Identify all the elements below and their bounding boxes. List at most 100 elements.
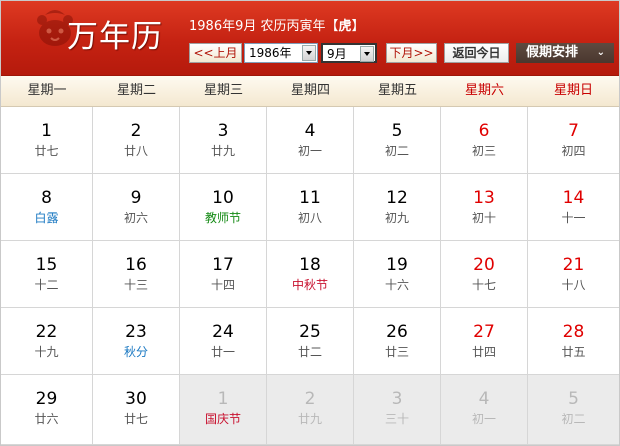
calendar-day-cell[interactable]: 3 廿九: [180, 107, 267, 174]
calendar-day-cell[interactable]: 26 廿三: [354, 308, 441, 375]
solar-day-number: 8: [41, 188, 52, 208]
solar-term-label: 秋分: [123, 345, 148, 359]
calendar-day-cell[interactable]: 7 初四: [528, 107, 619, 174]
calendar-day-cell[interactable]: 25 廿二: [267, 308, 354, 375]
prev-month-button[interactable]: <<上月: [189, 43, 242, 63]
calendar-grid: 1 廿七 2 廿八 3 廿九 4 初一 5 初二 6 初三 7 初四 8 白露 9 初六 10 教师节 11 初八 12 初九…: [1, 107, 619, 445]
calendar-day-cell[interactable]: 1 廿七: [1, 107, 93, 174]
solar-day-number: 5: [391, 121, 403, 141]
calendar-day-cell[interactable]: 13 初十: [441, 174, 528, 241]
return-today-button[interactable]: 返回今日: [444, 43, 509, 63]
solar-day-number: 2: [304, 389, 316, 409]
year-select-value: 1986年: [249, 46, 292, 60]
calendar-day-cell-next-month[interactable]: 5 初二: [528, 375, 619, 445]
lunar-day-label: 初三: [471, 144, 496, 158]
zodiac-bracket-open: 【: [325, 19, 339, 34]
calendar-day-cell[interactable]: 2 廿八: [93, 107, 180, 174]
calendar-day-cell[interactable]: 5 初二: [354, 107, 441, 174]
lunar-day-label: 廿四: [471, 345, 496, 359]
calendar-day-cell[interactable]: 23 秋分: [93, 308, 180, 375]
calendar-day-cell[interactable]: 17 十四: [180, 241, 267, 308]
lunar-day-label: 十六: [384, 278, 409, 292]
calendar-day-cell-next-month[interactable]: 3 三十: [354, 375, 441, 445]
solar-day-number: 7: [568, 121, 579, 141]
lunar-day-label: 初四: [561, 144, 586, 158]
calendar-day-cell[interactable]: 8 白露: [1, 174, 93, 241]
calendar-day-cell[interactable]: 16 十三: [93, 241, 180, 308]
lunar-day-label: 初二: [384, 144, 409, 158]
year-select[interactable]: 1986年: [244, 43, 318, 63]
weekday-thu: 星期四: [290, 83, 330, 98]
lunar-day-label: 初二: [561, 412, 586, 426]
solar-day-number: 26: [386, 322, 408, 342]
solar-day-number: 13: [473, 188, 495, 208]
festival-label: 中秋节: [291, 278, 328, 292]
calendar-day-cell[interactable]: 11 初八: [267, 174, 354, 241]
solar-day-number: 29: [35, 389, 58, 409]
weekday-mon: 星期一: [27, 83, 67, 98]
calendar-day-cell[interactable]: 18 中秋节: [267, 241, 354, 308]
calendar-day-cell-next-month[interactable]: 1 国庆节: [180, 375, 267, 445]
solar-day-number: 23: [125, 322, 147, 342]
holiday-schedule-label: 假期安排: [526, 45, 579, 60]
lunar-day-label: 廿七: [34, 144, 59, 158]
weekday-sun: 星期日: [553, 83, 593, 98]
lunar-day-label: 廿九: [210, 144, 235, 158]
calendar-day-cell[interactable]: 24 廿一: [180, 308, 267, 375]
month-select-value: 9月: [327, 47, 347, 61]
solar-day-number: 27: [473, 322, 495, 342]
solar-day-number: 28: [562, 322, 585, 342]
calendar-day-cell[interactable]: 29 廿六: [1, 375, 93, 445]
solar-day-number: 16: [125, 255, 147, 275]
calendar-day-cell-next-month[interactable]: 4 初一: [441, 375, 528, 445]
year-dropdown-arrow-icon[interactable]: [302, 45, 316, 61]
app-title: 万年历: [67, 19, 163, 55]
lunar-day-label: 初六: [123, 211, 148, 225]
lunar-day-label: 廿六: [34, 412, 59, 426]
calendar-day-cell[interactable]: 12 初九: [354, 174, 441, 241]
holiday-schedule-dropdown[interactable]: 假期安排 ⌄: [516, 43, 614, 63]
calendar-day-cell[interactable]: 10 教师节: [180, 174, 267, 241]
lunar-day-label: 廿五: [561, 345, 586, 359]
solar-day-number: 20: [473, 255, 495, 275]
calendar-day-cell[interactable]: 15 十二: [1, 241, 93, 308]
lunar-day-label: 廿八: [123, 144, 148, 158]
solar-day-number: 6: [478, 121, 490, 141]
festival-label: 国庆节: [204, 412, 241, 426]
month-dropdown-arrow-icon[interactable]: [360, 46, 374, 62]
lunar-day-label: 初一: [297, 144, 322, 158]
lunar-year-label: 农历丙寅年: [260, 19, 326, 34]
calendar-day-cell[interactable]: 21 十八: [528, 241, 619, 308]
calendar-day-cell[interactable]: 6 初三: [441, 107, 528, 174]
solar-day-number: 15: [35, 255, 58, 275]
solar-day-number: 9: [130, 188, 142, 208]
solar-day-number: 10: [212, 188, 234, 208]
weekday-tue: 星期二: [116, 83, 156, 98]
solar-day-number: 12: [386, 188, 408, 208]
calendar-day-cell-next-month[interactable]: 2 廿九: [267, 375, 354, 445]
solar-day-number: 1: [41, 121, 52, 141]
calendar-day-cell[interactable]: 4 初一: [267, 107, 354, 174]
chevron-down-icon: ⌄: [596, 47, 605, 58]
calendar-day-cell[interactable]: 19 十六: [354, 241, 441, 308]
calendar-day-cell[interactable]: 27 廿四: [441, 308, 528, 375]
calendar-day-cell[interactable]: 22 十九: [1, 308, 93, 375]
solar-date-label: 1986年9月: [189, 19, 257, 34]
calendar-day-cell[interactable]: 30 廿七: [93, 375, 180, 445]
lunar-day-label: 初十: [471, 211, 496, 225]
festival-label: 教师节: [204, 211, 241, 225]
lunar-day-label: 初九: [384, 211, 409, 225]
solar-term-label: 白露: [34, 211, 59, 225]
solar-day-number: 19: [386, 255, 408, 275]
solar-day-number: 3: [217, 121, 229, 141]
next-month-button[interactable]: 下月>>: [386, 43, 437, 63]
lunar-day-label: 廿一: [210, 345, 235, 359]
weekday-sat: 星期六: [464, 83, 504, 98]
calendar-day-cell[interactable]: 9 初六: [93, 174, 180, 241]
calendar-day-cell[interactable]: 28 廿五: [528, 308, 619, 375]
lunar-day-label: 十八: [561, 278, 586, 292]
month-select[interactable]: 9月: [321, 43, 377, 63]
solar-day-number: 4: [478, 389, 490, 409]
calendar-day-cell[interactable]: 14 十一: [528, 174, 619, 241]
calendar-day-cell[interactable]: 20 十七: [441, 241, 528, 308]
